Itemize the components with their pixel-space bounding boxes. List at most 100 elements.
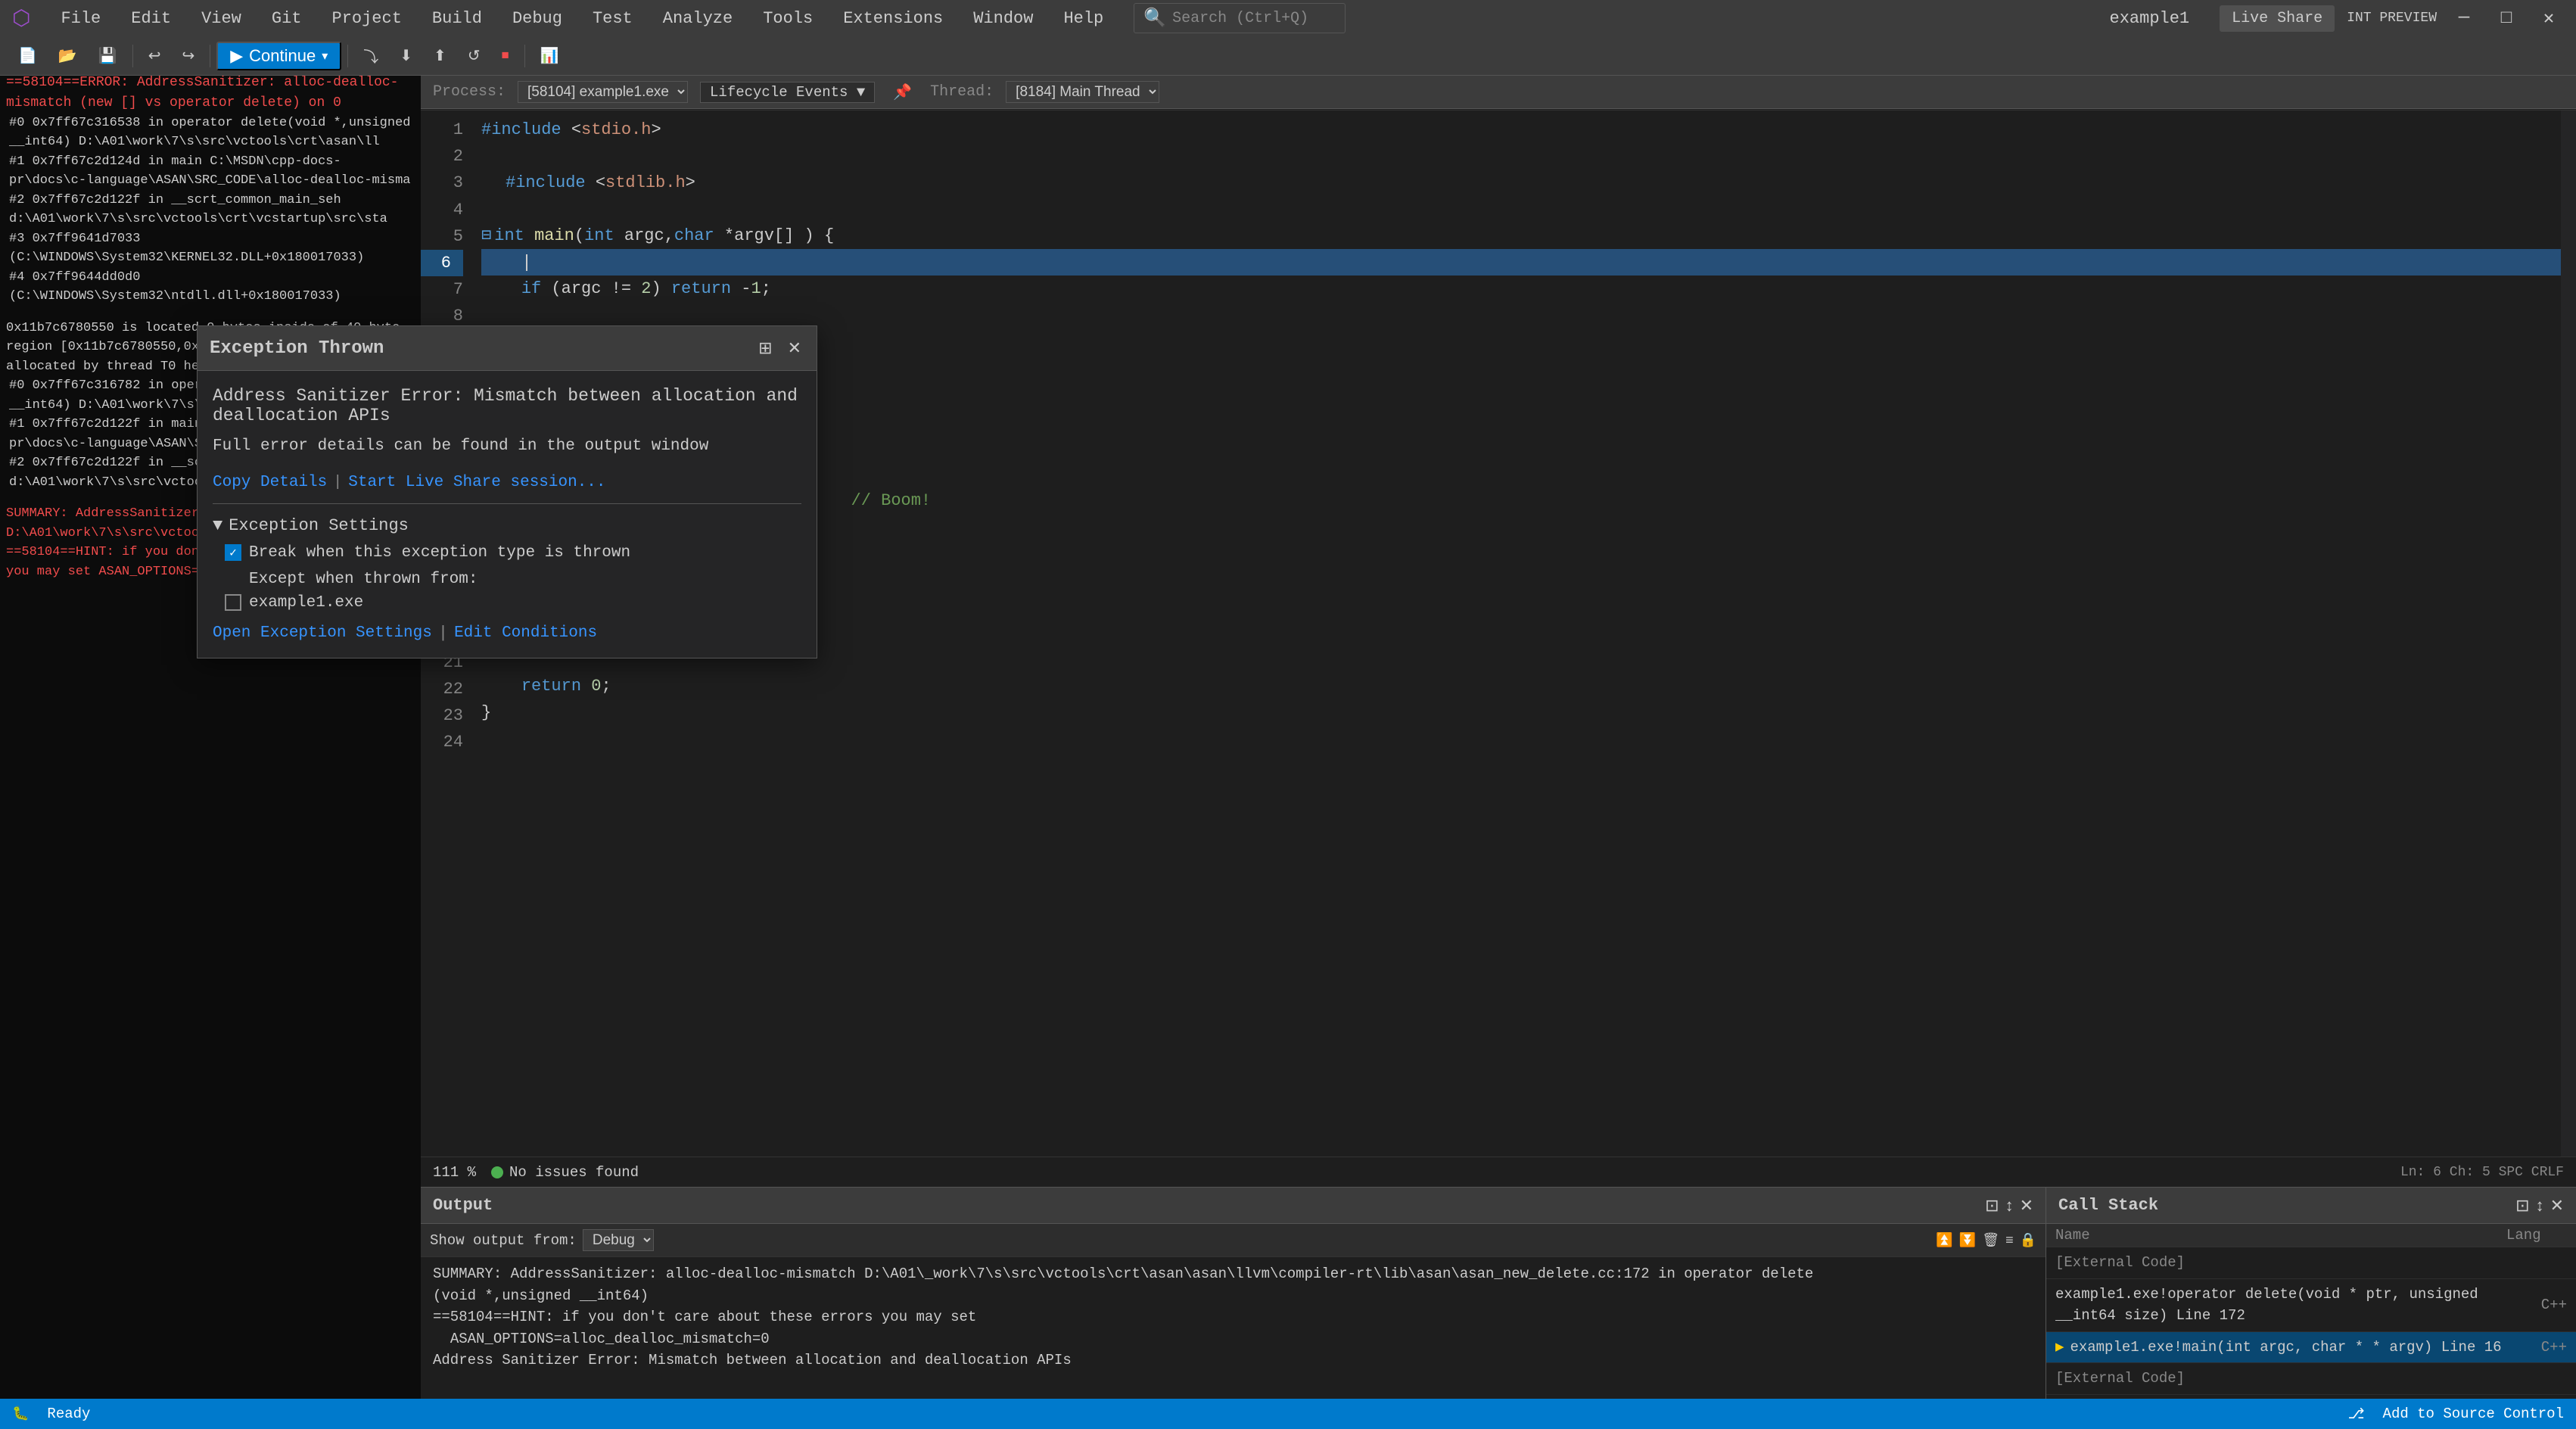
output-scroll-top-btn[interactable]: ⏫: [1936, 1232, 1952, 1248]
exception-error-title: Address Sanitizer Error: Mismatch betwee…: [213, 386, 801, 425]
live-share-link[interactable]: Start Live Share session...: [348, 474, 605, 491]
output-content[interactable]: SUMMARY: AddressSanitizer: alloc-dealloc…: [421, 1257, 2046, 1399]
output-word-wrap-btn[interactable]: ≡: [2005, 1232, 2014, 1248]
undo-btn[interactable]: ↩: [139, 42, 170, 70]
edit-conditions-link[interactable]: Edit Conditions: [454, 624, 597, 642]
thread-label: Thread:: [930, 83, 994, 101]
output-scroll-bottom-btn[interactable]: ⏬: [1959, 1232, 1976, 1248]
output-clear-btn[interactable]: 🗑: [1982, 1232, 1999, 1248]
menu-extensions[interactable]: Extensions: [837, 6, 949, 31]
main-toolbar: 📄 📂 💾 ↩ ↪ ▶ Continue ▾ ⤵ ⬇ ⬆ ↺ ⏹ 📊: [0, 36, 2576, 76]
menu-file[interactable]: File: [54, 6, 107, 31]
example-exe-checkbox[interactable]: [225, 594, 241, 611]
minimize-button[interactable]: ─: [2449, 3, 2479, 33]
separator-1: [132, 45, 133, 67]
step-out-btn[interactable]: ⬆: [425, 42, 456, 70]
no-issues-label: No issues found: [509, 1164, 639, 1181]
window-title: example1: [2110, 9, 2190, 28]
menu-test[interactable]: Test: [586, 6, 639, 31]
exception-links: Copy Details | Start Live Share session.…: [213, 474, 801, 491]
output-expand-btn[interactable]: ↕: [2005, 1196, 2014, 1216]
maximize-button[interactable]: □: [2491, 3, 2522, 33]
open-exception-settings-link[interactable]: Open Exception Settings: [213, 624, 432, 642]
add-to-source-control[interactable]: Add to Source Control: [2383, 1406, 2564, 1423]
terminal-stack-0: #0 0x7ff67c316538 in operator delete(voi…: [9, 114, 415, 152]
output-source-dropdown[interactable]: Debug: [583, 1229, 654, 1251]
copy-details-link[interactable]: Copy Details: [213, 474, 327, 491]
code-line-6: [481, 249, 2576, 276]
lifecycle-events-btn[interactable]: Lifecycle Events ▼: [700, 82, 875, 103]
line-info: Ln: 6 Ch: 5 SPC CRLF: [2400, 1165, 2564, 1180]
output-panel-controls: ⊡ ↕ ✕: [1985, 1196, 2033, 1216]
editor-scrollbar[interactable]: [2561, 111, 2576, 1157]
terminal-stack-2: #2 0x7ff67c2d122f in __scrt_common_main_…: [9, 191, 415, 229]
new-project-btn[interactable]: 📄: [9, 42, 46, 70]
except-when-label: Except when thrown from:: [249, 571, 478, 588]
line-num-22: 22: [421, 676, 463, 702]
terminal-stack-1: #1 0x7ff67c2d124d in main C:\MSDN\cpp-do…: [9, 152, 415, 191]
zoom-level[interactable]: 111 %: [433, 1164, 476, 1181]
menu-tools[interactable]: Tools: [757, 6, 819, 31]
menu-debug[interactable]: Debug: [506, 6, 568, 31]
live-share-btn[interactable]: Live Share: [2220, 5, 2335, 32]
menu-edit[interactable]: Edit: [125, 6, 177, 31]
step-into-btn[interactable]: ⬇: [390, 42, 422, 70]
menu-view[interactable]: View: [195, 6, 247, 31]
cs-external-code-2: [External Code]: [2055, 1368, 2506, 1390]
search-bar[interactable]: 🔍 Search (Ctrl+Q): [1134, 3, 1346, 33]
output-lock-btn[interactable]: 🔒: [2020, 1232, 2036, 1248]
terminal-error-1: ==58104==ERROR: AddressSanitizer: alloc-…: [6, 73, 415, 114]
git-icon[interactable]: ⎇: [2348, 1406, 2365, 1423]
cs-row-main[interactable]: ▶ example1.exe!main(int argc, char * * a…: [2046, 1332, 2576, 1364]
title-bar: ⬡ File Edit View Git Project Build Debug…: [0, 0, 2576, 36]
cs-row-operator-delete[interactable]: example1.exe!operator delete(void * ptr,…: [2046, 1279, 2576, 1332]
output-move-btn[interactable]: ⊡: [1985, 1196, 1999, 1216]
menu-project[interactable]: Project: [326, 6, 408, 31]
close-dialog-btn[interactable]: ✕: [785, 335, 804, 361]
settings-header[interactable]: ▼ Exception Settings: [213, 516, 801, 535]
int-preview-label: INT PREVIEW: [2347, 11, 2437, 26]
output-close-btn[interactable]: ✕: [2020, 1196, 2033, 1216]
break-when-row: ✓ Break when this exception type is thro…: [225, 544, 801, 562]
call-stack-col-headers: Name Lang: [2046, 1224, 2576, 1247]
cs-row-external-2[interactable]: [External Code]: [2046, 1363, 2576, 1395]
call-stack-controls: ⊡ ↕ ✕: [2515, 1196, 2564, 1216]
close-button[interactable]: ✕: [2534, 3, 2564, 33]
step-over-btn[interactable]: ⤵: [354, 42, 387, 70]
line-num-4: 4: [421, 197, 463, 223]
stop-btn[interactable]: ⏹: [493, 42, 518, 70]
cs-external-code-1: [External Code]: [2055, 1252, 2506, 1274]
menu-git[interactable]: Git: [266, 6, 308, 31]
break-when-checkbox[interactable]: ✓: [225, 544, 241, 561]
cs-row-external-1[interactable]: [External Code]: [2046, 1247, 2576, 1279]
save-btn[interactable]: 💾: [89, 42, 126, 70]
diagnostics-btn[interactable]: 📊: [531, 42, 568, 70]
dropdown-arrow: ▾: [322, 48, 328, 64]
title-bar-right: Live Share INT PREVIEW ─ □ ✕: [2220, 3, 2564, 33]
cs-main: example1.exe!main(int argc, char * * arg…: [2070, 1337, 2506, 1359]
continue-button[interactable]: ▶ Continue ▾: [216, 42, 341, 70]
cs-move-btn[interactable]: ⊡: [2515, 1196, 2529, 1216]
cs-arrow-icon: ▶: [2055, 1337, 2064, 1359]
menu-window[interactable]: Window: [967, 6, 1039, 31]
title-bar-center: example1: [2110, 9, 2220, 28]
line-num-23: 23: [421, 702, 463, 729]
pin-btn[interactable]: 📌: [893, 83, 912, 102]
pin-dialog-btn[interactable]: ⊞: [755, 335, 775, 361]
ready-label[interactable]: Ready: [47, 1406, 90, 1422]
menu-help[interactable]: Help: [1057, 6, 1109, 31]
open-btn[interactable]: 📂: [49, 42, 86, 70]
line-num-6: 6: [421, 250, 463, 276]
status-bar-right: ⎇ Add to Source Control: [2348, 1406, 2564, 1423]
thread-dropdown[interactable]: [8184] Main Thread: [1006, 81, 1159, 103]
cs-expand-btn[interactable]: ↕: [2536, 1196, 2544, 1216]
process-dropdown[interactable]: [58104] example1.exe: [518, 81, 688, 103]
output-panel-title: Output: [433, 1196, 493, 1215]
menu-analyze[interactable]: Analyze: [657, 6, 739, 31]
cs-close-btn[interactable]: ✕: [2550, 1196, 2564, 1216]
restart-btn[interactable]: ↺: [459, 42, 490, 70]
menu-build[interactable]: Build: [426, 6, 488, 31]
code-line-2: [481, 143, 2576, 170]
terminal-stack-4: #4 0x7ff9644dd0d0 (C:\WINDOWS\System32\n…: [9, 268, 415, 307]
redo-btn[interactable]: ↪: [173, 42, 204, 70]
